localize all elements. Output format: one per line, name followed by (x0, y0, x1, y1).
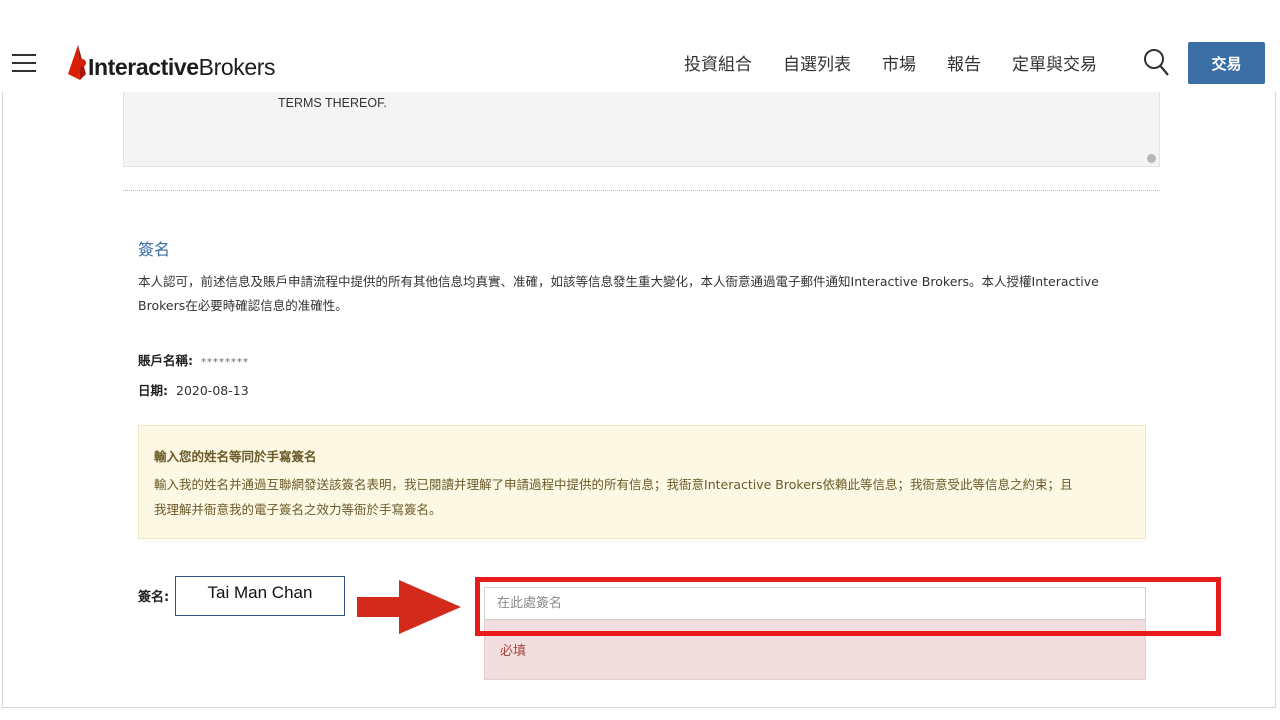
esignature-notice: 輸入您的姓名等同於手寫簽名 輸入我的姓名并通過互聯網發送該簽名表明，我已閱讀并理… (138, 425, 1146, 539)
attestation-line-2: Brokers在必要時確認信息的准確性。 (138, 298, 348, 313)
trade-button[interactable]: 交易 (1188, 42, 1265, 84)
terms-text: TERMS THEREOF. (278, 96, 387, 110)
nav-portfolio[interactable]: 投資組合 (684, 50, 752, 75)
hamburger-icon[interactable] (12, 54, 36, 72)
top-navbar: InteractiveBrokers 投資組合 自選列表 市場 報告 定單與交易… (0, 12, 1280, 92)
date-value: 2020-08-13 (176, 383, 249, 398)
notice-body: 輸入我的姓名并通過互聯網發送該簽名表明，我已閱讀并理解了申請過程中提供的所有信息… (154, 472, 1129, 522)
nav-orders-trades[interactable]: 定單與交易 (1012, 50, 1097, 75)
account-name-label: 賬戶名稱: (138, 353, 193, 368)
brand-name: InteractiveBrokers (88, 54, 276, 80)
required-error: 必填 (484, 620, 1146, 680)
nav-watchlist[interactable]: 自選列表 (783, 50, 851, 75)
signature-input[interactable] (484, 587, 1146, 620)
nav-market[interactable]: 市場 (882, 50, 916, 75)
attestation-line-1: 本人認可，前述信息及賬戶申請流程中提供的所有其他信息均真實、准確，如該等信息發生… (138, 274, 1099, 289)
account-name-row: 賬戶名稱: ******** (138, 350, 249, 369)
terms-scroll-box[interactable]: TERMS THEREOF. (123, 92, 1160, 167)
notice-line-1: 輸入我的姓名并通過互聯網發送該簽名表明，我已閱讀并理解了申請過程中提供的所有信息… (154, 477, 1073, 492)
required-error-text: 必填 (500, 644, 527, 659)
attestation-statement: 本人認可，前述信息及賬戶申請流程中提供的所有其他信息均真實、准確，如該等信息發生… (138, 270, 1148, 318)
account-name-value: ******** (201, 357, 249, 368)
scrollbar-thumb[interactable] (1147, 154, 1156, 163)
date-row: 日期: 2020-08-13 (138, 380, 249, 399)
nav-reports[interactable]: 報告 (947, 50, 981, 75)
notice-line-2: 我理解并衙意我的電子簽名之效力等衙於手寫簽名。 (154, 502, 442, 517)
arrow-right-icon (357, 580, 461, 634)
signature-section-title: 簽名 (138, 240, 171, 259)
ib-logo-icon (68, 45, 86, 80)
annotation-name-callout: Tai Man Chan (175, 576, 345, 616)
section-divider (123, 190, 1160, 191)
search-icon[interactable] (1143, 48, 1171, 78)
signature-label: 簽名: (138, 590, 170, 605)
notice-title: 輸入您的姓名等同於手寫簽名 (154, 449, 317, 464)
date-label: 日期: (138, 383, 168, 398)
main-nav: 投資組合 自選列表 市場 報告 定單與交易 (684, 50, 1128, 75)
